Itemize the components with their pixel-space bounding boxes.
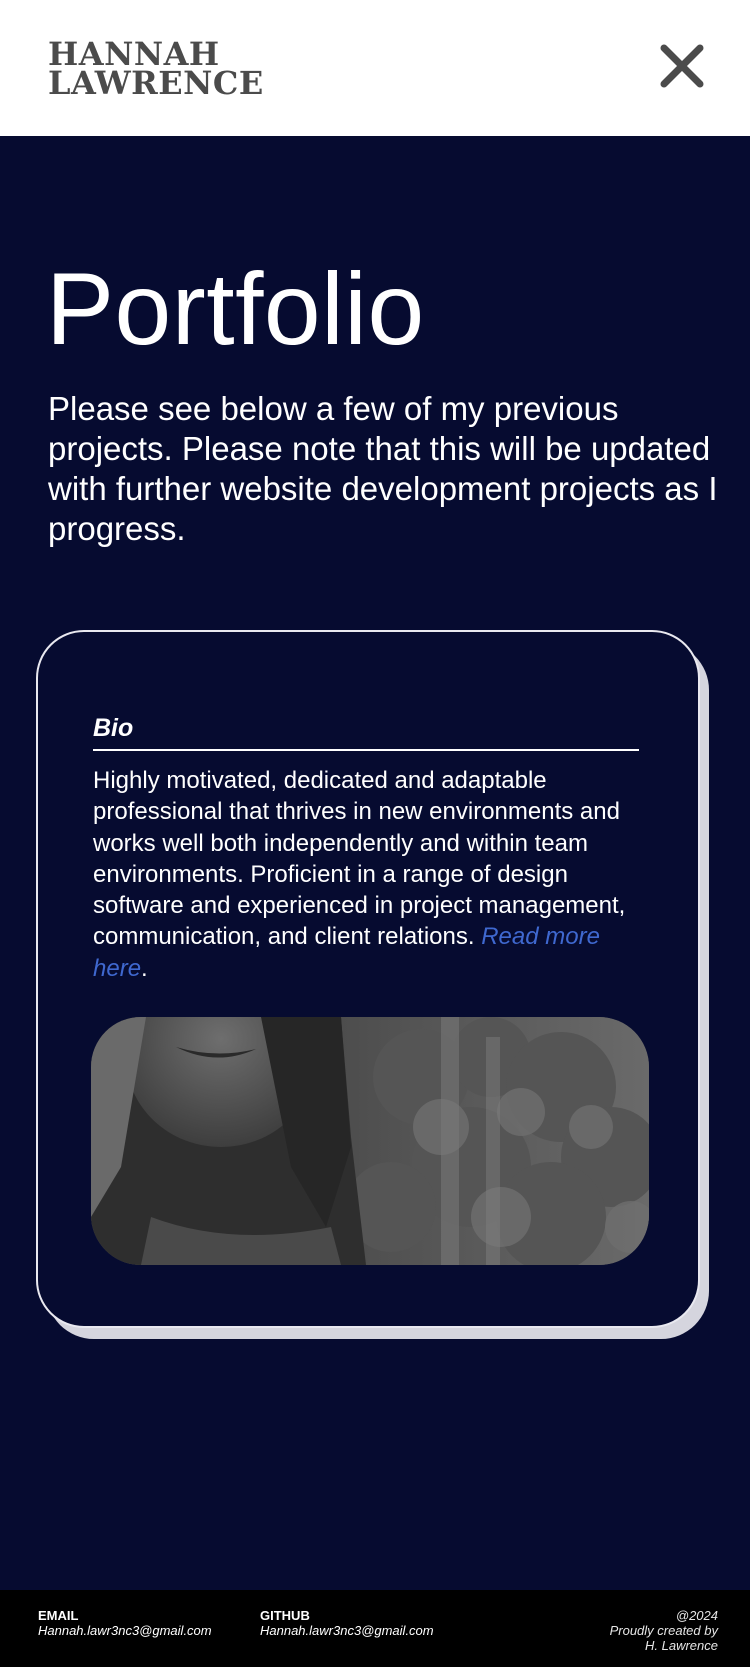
footer-github: GITHUB Hannah.lawr3nc3@gmail.com — [260, 1608, 434, 1638]
credit-line-2: H. Lawrence — [645, 1638, 718, 1653]
footer-email-label: EMAIL — [38, 1608, 79, 1623]
footer-email: EMAIL Hannah.lawr3nc3@gmail.com — [38, 1608, 212, 1638]
credit-line-1: Proudly created by — [609, 1623, 718, 1638]
site-logo[interactable]: HANNAH LAWRENCE — [48, 38, 264, 102]
site-header: HANNAH LAWRENCE — [0, 0, 750, 136]
footer-github-label: GITHUB — [260, 1608, 310, 1623]
footer-credits: @2024 Proudly created by H. Lawrence — [610, 1608, 718, 1653]
footer-github-link[interactable]: Hannah.lawr3nc3@gmail.com — [260, 1623, 434, 1638]
profile-photo — [91, 1017, 649, 1265]
close-icon — [660, 44, 704, 88]
bio-link-suffix: . — [141, 954, 148, 982]
main-content: Portfolio Please see below a few of my p… — [0, 136, 750, 1590]
footer-email-link[interactable]: Hannah.lawr3nc3@gmail.com — [38, 1623, 212, 1638]
site-footer: EMAIL Hannah.lawr3nc3@gmail.com GITHUB H… — [0, 1590, 750, 1667]
profile-photo-image — [91, 1017, 649, 1265]
intro-text: Please see below a few of my previous pr… — [48, 390, 718, 547]
close-menu-button[interactable] — [654, 42, 710, 98]
copyright: @2024 — [675, 1608, 718, 1623]
card-heading: Bio — [93, 714, 134, 742]
logo-line-2: LAWRENCE — [48, 64, 264, 102]
bio-card: Bio Highly motivated, dedicated and adap… — [36, 630, 700, 1328]
bio-text: Highly motivated, dedicated and adaptabl… — [93, 765, 653, 984]
page-title: Portfolio — [46, 252, 425, 366]
card-divider — [93, 749, 639, 751]
